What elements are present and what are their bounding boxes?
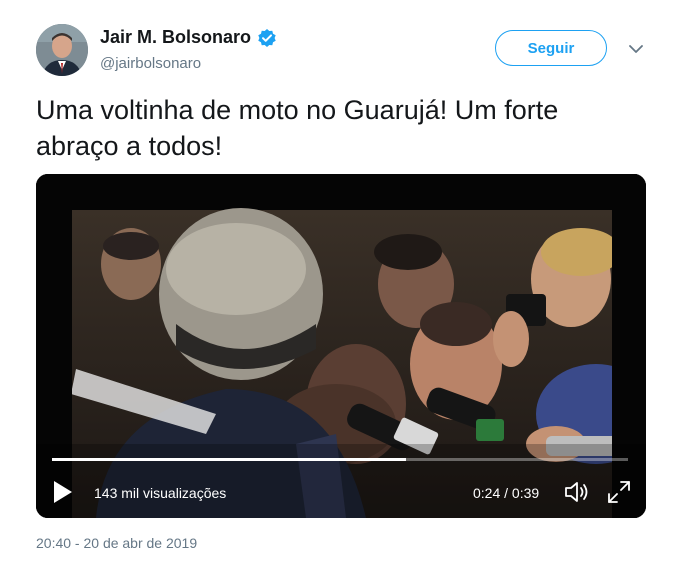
progress-bar-fill — [52, 458, 407, 461]
follow-button[interactable]: Seguir — [495, 30, 607, 66]
fullscreen-icon[interactable] — [606, 479, 632, 505]
video-player[interactable]: 143 mil visualizações 0:24 / 0:39 — [36, 174, 646, 518]
chevron-down-icon[interactable] — [628, 42, 644, 54]
video-time: 0:24 / 0:39 — [473, 485, 540, 501]
author-display-name[interactable]: Jair M. Bolsonaro — [100, 27, 251, 48]
verified-badge-icon — [257, 28, 277, 48]
tweet-text: Uma voltinha de moto no Guarujá! Um fort… — [36, 95, 559, 161]
tweet-card: Jair M. Bolsonaro @jairbolsonaro Seguir … — [0, 0, 675, 570]
view-count: 143 mil visualizações — [94, 485, 227, 501]
author-name-row: Jair M. Bolsonaro — [100, 27, 277, 48]
volume-icon[interactable] — [563, 479, 591, 505]
avatar[interactable] — [36, 24, 88, 76]
tweet-timestamp[interactable]: 20:40 - 20 de abr de 2019 — [36, 535, 197, 551]
video-frame — [36, 174, 646, 518]
progress-bar[interactable] — [52, 458, 628, 461]
author-handle[interactable]: @jairbolsonaro — [100, 55, 201, 72]
play-icon[interactable] — [52, 480, 74, 504]
